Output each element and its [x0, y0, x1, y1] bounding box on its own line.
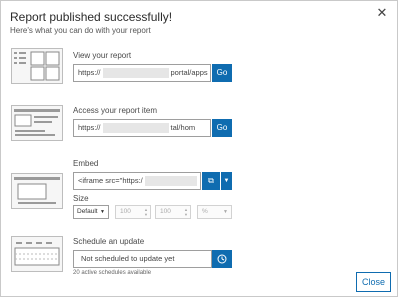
redacted-url-mask: [102, 123, 169, 134]
schedule-status-field[interactable]: Not scheduled to update yet: [73, 250, 212, 268]
access-item-go-button[interactable]: Go: [212, 119, 232, 137]
clock-icon: [217, 254, 227, 264]
copy-icon: ⧉: [208, 176, 214, 185]
size-label: Size: [73, 194, 89, 203]
embed-label: Embed: [73, 159, 99, 168]
redacted-url-mask: [144, 176, 197, 187]
access-item-url-field[interactable]: https:// tal/hom: [73, 119, 211, 137]
close-icon[interactable]: ✕: [375, 6, 389, 20]
copy-embed-button[interactable]: ⧉: [202, 172, 220, 190]
embed-code-field[interactable]: <iframe src="https:/: [73, 172, 201, 190]
unit-select[interactable]: % ▼: [197, 205, 232, 219]
height-value: 100: [160, 208, 171, 215]
chevron-down-icon: ▼: [223, 178, 230, 184]
dialog-subtitle: Here's what you can do with your report: [10, 26, 151, 35]
chevron-down-icon: ▼: [100, 209, 105, 215]
embed-options-dropdown[interactable]: ▼: [221, 172, 232, 190]
size-select[interactable]: Default ▼: [73, 205, 109, 219]
schedule-label: Schedule an update: [73, 237, 145, 246]
view-report-go-button[interactable]: Go: [212, 64, 232, 82]
dialog-title: Report published successfully!: [10, 10, 173, 24]
unit-selected-value: %: [202, 208, 208, 215]
access-item-thumbnail: [11, 105, 63, 141]
width-input[interactable]: 100 ▲ ▼: [115, 205, 151, 219]
height-input[interactable]: 100 ▲ ▼: [155, 205, 191, 219]
view-report-url-prefix: https://: [78, 68, 101, 77]
active-schedules-note: 20 active schedules available: [73, 270, 152, 276]
access-item-url-suffix: tal/hom: [170, 123, 196, 132]
schedule-status-text: Not scheduled to update yet: [81, 254, 175, 263]
view-report-thumbnail: [11, 48, 63, 84]
embed-code-prefix: <iframe src="https:/: [78, 176, 143, 185]
view-report-url-suffix: portal/apps: [170, 68, 208, 77]
schedule-button[interactable]: [212, 250, 232, 268]
close-button[interactable]: Close: [356, 272, 391, 292]
access-item-url-prefix: https://: [78, 123, 101, 132]
report-published-dialog: Report published successfully! Here's wh…: [0, 0, 398, 297]
access-item-label: Access your report item: [73, 106, 158, 115]
view-report-label: View your report: [73, 51, 132, 60]
size-selected-value: Default: [77, 208, 98, 215]
schedule-thumbnail: [11, 236, 63, 272]
stepper-icon[interactable]: ▲ ▼: [144, 207, 148, 217]
chevron-down-icon: ▼: [223, 209, 228, 215]
embed-thumbnail: [11, 173, 63, 209]
width-value: 100: [120, 208, 131, 215]
redacted-url-mask: [102, 68, 169, 79]
view-report-url-field[interactable]: https:// portal/apps: [73, 64, 211, 82]
stepper-icon[interactable]: ▲ ▼: [184, 207, 188, 217]
